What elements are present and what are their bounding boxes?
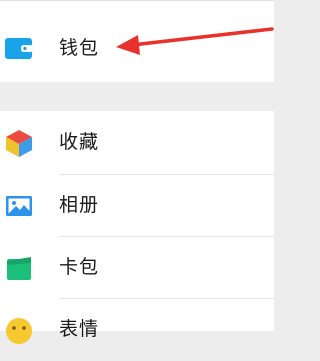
- wallet-icon: [5, 38, 33, 59]
- red-arrow-pointer: [116, 27, 274, 55]
- menu-item-album[interactable]: 相册: [0, 173, 274, 237]
- menu-item-stickers[interactable]: 表情: [0, 297, 274, 361]
- menu-item-label: 相册: [59, 194, 100, 216]
- menu-group-main: 收藏 相册 卡包 表情: [0, 110, 274, 344]
- menu-item-label: 收藏: [59, 131, 100, 153]
- menu-item-favorites[interactable]: 收藏: [0, 110, 274, 174]
- card-case-icon: [7, 257, 31, 280]
- menu-item-label: 钱包: [59, 37, 100, 59]
- sticker-smiley-icon: [6, 318, 32, 344]
- menu-item-cards[interactable]: 卡包: [0, 235, 274, 299]
- favorites-cube-icon: [6, 130, 32, 157]
- menu-item-label: 表情: [59, 318, 100, 340]
- menu-group-wallet: 钱包: [0, 0, 274, 82]
- menu-item-label: 卡包: [59, 256, 100, 278]
- photo-album-icon: [6, 196, 32, 216]
